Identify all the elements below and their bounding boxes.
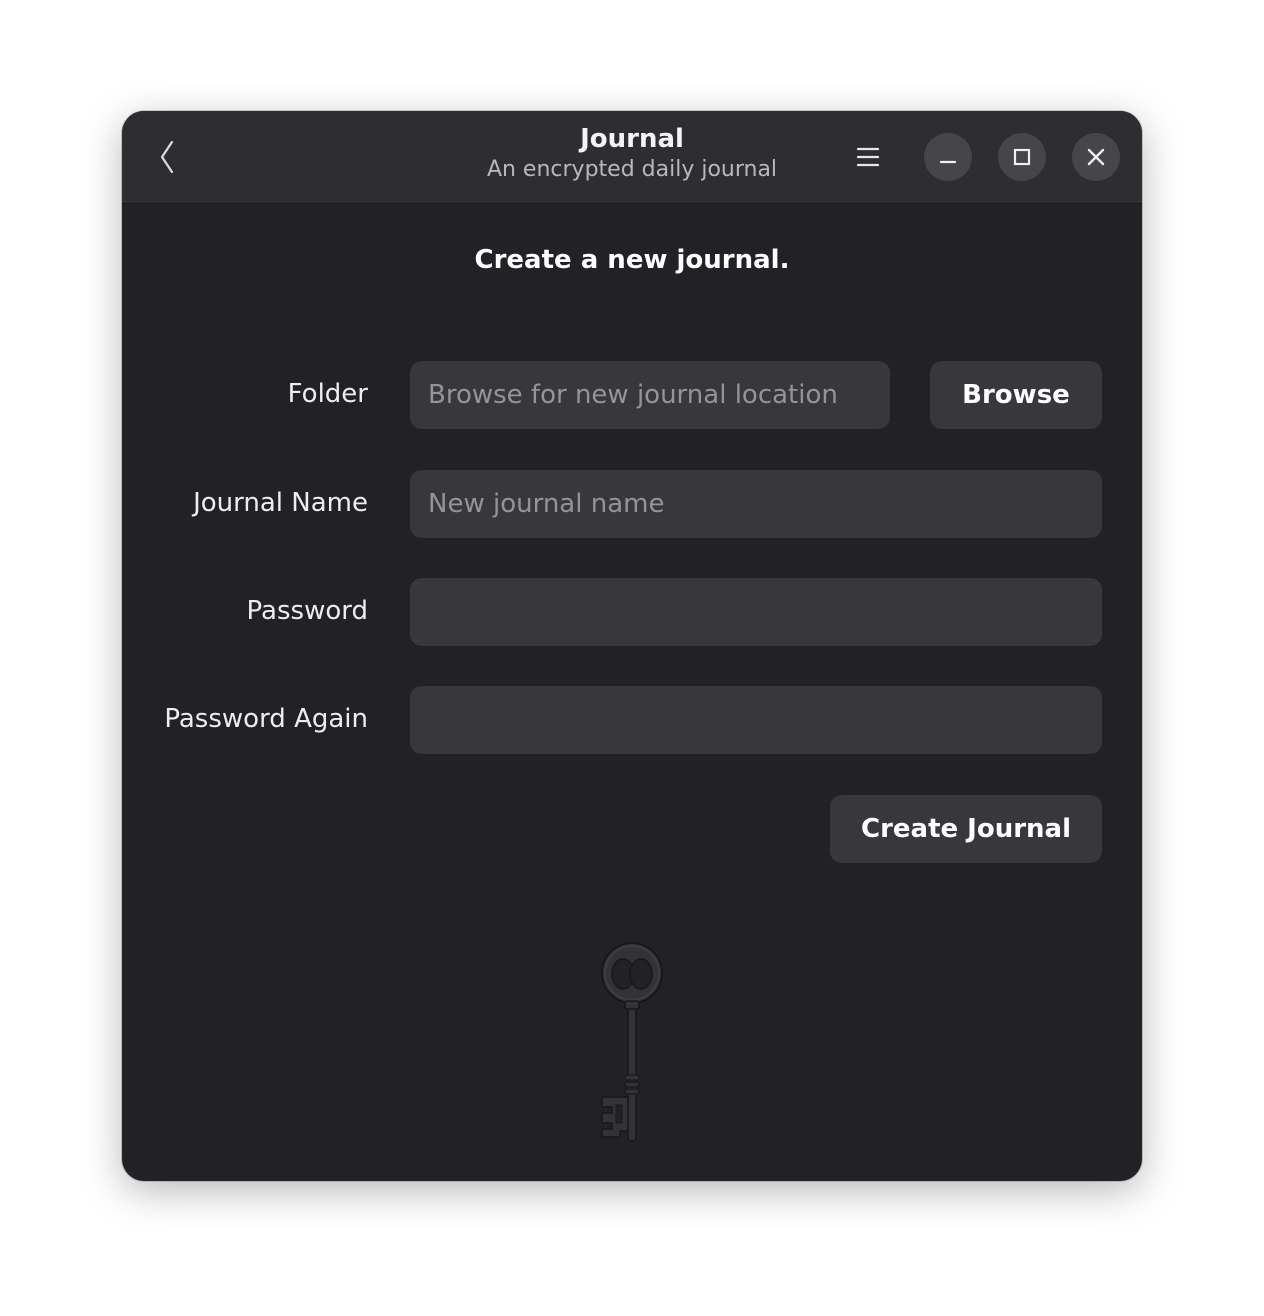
close-button[interactable] <box>1072 133 1120 181</box>
close-icon <box>1087 148 1105 166</box>
browse-button[interactable]: Browse <box>930 361 1102 429</box>
password-again-input[interactable] <box>410 686 1102 754</box>
password-label: Password <box>246 596 368 626</box>
hamburger-menu-icon <box>856 147 880 167</box>
password-again-label: Password Again <box>164 704 368 734</box>
chevron-left-icon <box>160 140 174 174</box>
back-button[interactable] <box>148 137 188 177</box>
folder-input[interactable] <box>410 361 890 429</box>
maximize-button[interactable] <box>998 133 1046 181</box>
app-window: Journal An encrypted daily journal Creat… <box>122 111 1142 1181</box>
maximize-icon <box>1013 148 1031 166</box>
minimize-button[interactable] <box>924 133 972 181</box>
password-input[interactable] <box>410 578 1102 646</box>
key-icon <box>601 942 663 1142</box>
minimize-icon <box>939 160 957 164</box>
window-subtitle: An encrypted daily journal <box>486 157 778 182</box>
main-menu-button[interactable] <box>846 135 890 179</box>
journal-name-label: Journal Name <box>193 488 368 518</box>
create-journal-button[interactable]: Create Journal <box>830 795 1102 863</box>
header-bar: Journal An encrypted daily journal <box>122 111 1142 204</box>
folder-label: Folder <box>287 379 368 409</box>
journal-name-input[interactable] <box>410 470 1102 538</box>
form-heading: Create a new journal. <box>474 245 790 275</box>
window-title: Journal <box>580 124 684 154</box>
title-block: Journal An encrypted daily journal <box>382 123 882 185</box>
